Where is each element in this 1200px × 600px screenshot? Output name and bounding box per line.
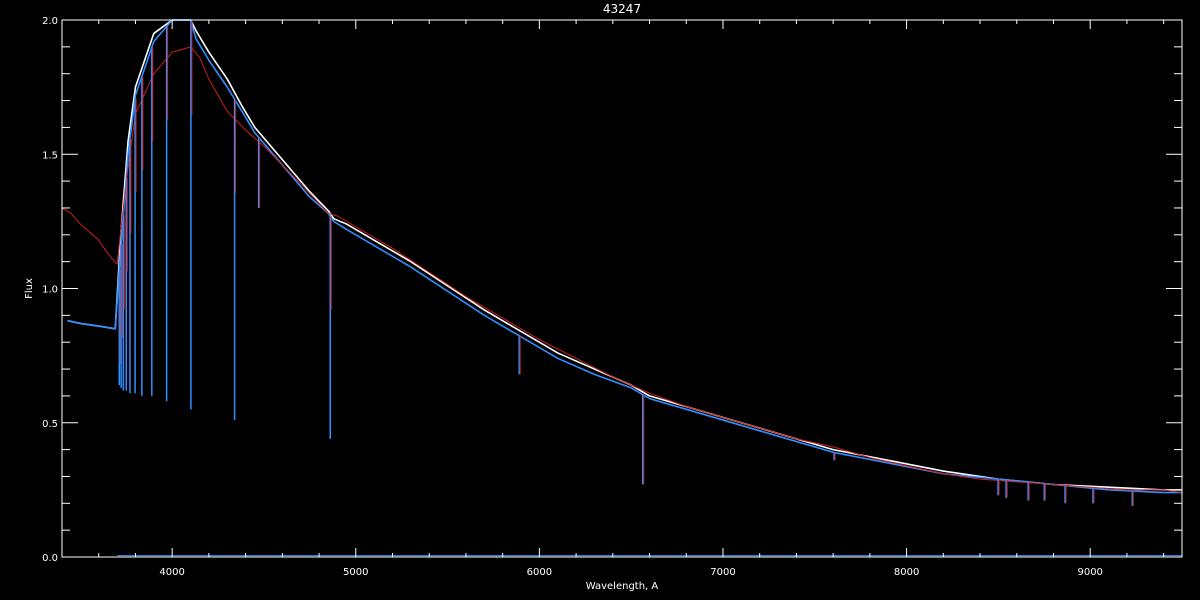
y-tick-label: 1.5 <box>42 150 58 161</box>
y-axis-label: Flux <box>24 278 35 299</box>
chart-title: 43247 <box>603 2 641 16</box>
x-tick-label: 7000 <box>710 567 735 578</box>
spectrum-chart: 4000 5000 6000 7000 8000 90000.00.51.01.52.0 … <box>0 0 1200 600</box>
y-tick-label: 2.0 <box>42 16 58 27</box>
plot-background <box>0 0 1200 600</box>
y-tick-label: 0.5 <box>42 419 58 430</box>
y-tick-label: 0.0 <box>42 553 58 564</box>
x-axis-label: Wavelength, A <box>586 581 659 592</box>
x-tick-label: 6000 <box>527 567 552 578</box>
x-tick-label: 8000 <box>894 567 919 578</box>
x-tick-label: 9000 <box>1077 567 1102 578</box>
x-tick-label: 4000 <box>159 567 184 578</box>
y-tick-label: 1.0 <box>42 285 58 296</box>
x-tick-label: 5000 <box>343 567 368 578</box>
